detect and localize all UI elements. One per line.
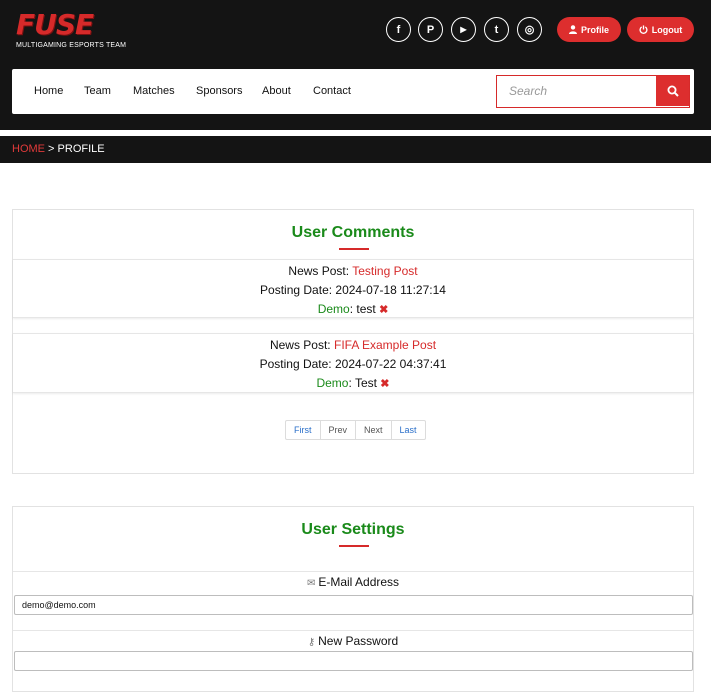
password-row: ⚷ New Password <box>13 630 693 674</box>
comment-date: 2024-07-18 11:27:14 <box>335 283 446 297</box>
nav-item-team[interactable]: Team <box>84 85 111 97</box>
comments-title: User Comments <box>291 224 415 241</box>
password-label: ⚷ New Password <box>307 634 399 648</box>
breadcrumb-home[interactable]: HOME <box>12 143 45 155</box>
power-icon <box>639 25 648 34</box>
comment-text: Test <box>354 376 377 390</box>
comment-post-link[interactable]: FIFA Example Post <box>334 338 436 352</box>
comment-item: News Post: FIFA Example Post Posting Dat… <box>13 333 693 393</box>
pager-next[interactable]: Next <box>356 421 392 439</box>
user-settings-card: User Settings ✉E-Mail Address ⚷New Passw… <box>12 506 694 692</box>
pager-prev[interactable]: Prev <box>321 421 357 439</box>
logout-button[interactable]: Logout <box>627 17 694 42</box>
comment-user: Demo <box>316 376 349 390</box>
nav-item-home[interactable]: Home <box>34 85 63 97</box>
comment-post-link[interactable]: Testing Post <box>352 264 417 278</box>
user-comments-card: User Comments News Post: Testing Post Po… <box>12 209 694 474</box>
twitter-icon[interactable]: t <box>484 17 509 42</box>
pagination: First Prev Next Last <box>285 420 426 440</box>
nav-item-matches[interactable]: Matches <box>133 85 175 97</box>
title-underline <box>339 248 369 250</box>
logo-brand: FUSE <box>16 8 94 41</box>
key-icon: ⚷ <box>307 637 316 648</box>
profile-button-label: Profile <box>580 24 609 35</box>
user-icon <box>568 25 577 34</box>
envelope-icon: ✉ <box>306 578 316 589</box>
site-header: FUSE MULTIGAMING ESPORTS TEAM f P ▶ t ◎ … <box>0 0 711 130</box>
comment-date-line: Posting Date: 2024-07-18 11:27:14 <box>260 283 446 297</box>
profile-button[interactable]: Profile <box>557 17 621 42</box>
comment-text-line: Demo: Test ✖ <box>316 376 390 390</box>
delete-comment-icon[interactable]: ✖ <box>380 378 389 390</box>
comment-item: News Post: Testing Post Posting Date: 20… <box>13 259 693 318</box>
comment-date: 2024-07-22 04:37:41 <box>334 357 447 371</box>
main-nav: Home Team Matches Sponsors About Contact <box>12 69 694 114</box>
nav-item-contact[interactable]: Contact <box>313 85 351 97</box>
search-input[interactable] <box>497 76 657 106</box>
breadcrumb-separator: > <box>45 143 58 155</box>
comment-text-line: Demo: test ✖ <box>317 302 389 316</box>
logo-tagline: MULTIGAMING ESPORTS TEAM <box>16 42 127 49</box>
pager-last[interactable]: Last <box>392 421 425 439</box>
settings-title: User Settings <box>301 521 405 538</box>
breadcrumb-current: PROFILE <box>57 143 105 155</box>
search-icon <box>667 85 679 97</box>
site-logo[interactable]: FUSE MULTIGAMING ESPORTS TEAM <box>16 8 127 50</box>
youtube-icon[interactable]: ▶ <box>451 17 476 42</box>
new-password-field[interactable] <box>14 651 693 671</box>
breadcrumb: HOME > PROFILE <box>0 136 711 163</box>
pinterest-icon[interactable]: P <box>418 17 443 42</box>
pager-first[interactable]: First <box>286 421 321 439</box>
logout-button-label: Logout <box>651 24 683 35</box>
comment-post-line: News Post: Testing Post <box>288 264 418 278</box>
delete-comment-icon[interactable]: ✖ <box>379 304 388 316</box>
email-row: ✉ E-Mail Address <box>13 571 693 615</box>
comment-post-line: News Post: FIFA Example Post <box>269 338 437 352</box>
search-button[interactable] <box>656 76 689 106</box>
instagram-icon[interactable]: ◎ <box>517 17 542 42</box>
comment-text: test <box>356 302 376 316</box>
email-field[interactable] <box>14 595 693 615</box>
nav-item-about[interactable]: About <box>262 85 291 97</box>
title-underline <box>339 545 369 547</box>
search-box <box>496 75 690 108</box>
comment-date-line: Posting Date: 2024-07-22 04:37:41 <box>259 357 447 371</box>
comment-user: Demo <box>317 302 350 316</box>
nav-item-sponsors[interactable]: Sponsors <box>196 85 242 97</box>
email-label: ✉ E-Mail Address <box>306 575 400 589</box>
facebook-icon[interactable]: f <box>386 17 411 42</box>
